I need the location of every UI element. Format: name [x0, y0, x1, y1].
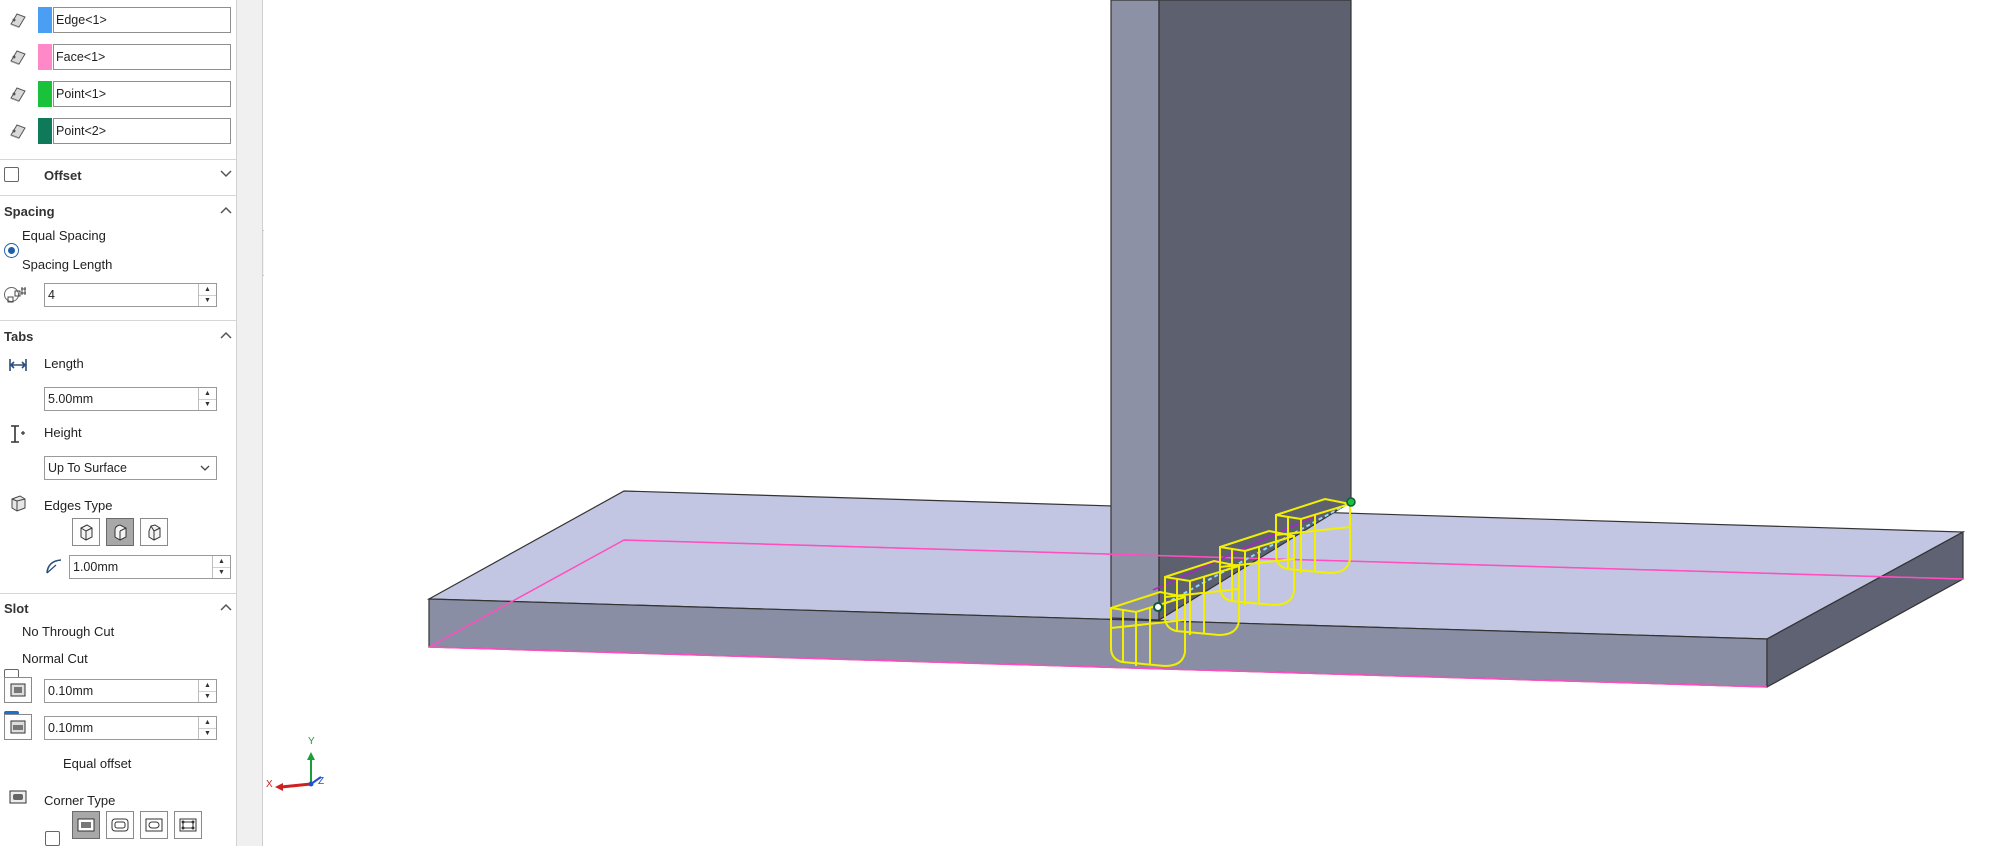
- spin-up-icon[interactable]: ▲: [213, 556, 230, 568]
- no-through-cut-label[interactable]: No Through Cut: [22, 624, 114, 639]
- chevron-up-icon[interactable]: [220, 206, 232, 214]
- edge-selection-field[interactable]: Edge<1>: [53, 7, 231, 33]
- post-side-face[interactable]: [1110, 0, 1160, 621]
- selection-filter-icon[interactable]: [7, 84, 29, 104]
- tab-height-icon: [8, 424, 28, 447]
- slot-length-offset-spinner[interactable]: 0.10mm ▲ ▼: [44, 679, 217, 703]
- instance-count-value[interactable]: 4: [45, 284, 198, 306]
- spacing-length-label[interactable]: Spacing Length: [22, 257, 112, 272]
- equal-spacing-radio[interactable]: [4, 243, 19, 258]
- corner-type-fillet-button[interactable]: [140, 811, 168, 839]
- corner-type-icon: [8, 788, 28, 809]
- slot-section-title[interactable]: Slot: [4, 601, 29, 616]
- instance-count-spinner[interactable]: 4 ▲ ▼: [44, 283, 217, 307]
- property-manager-panel: Edge<1> Face<1> Point<1> Point<2> Offset…: [0, 0, 237, 846]
- panel-splitter[interactable]: [237, 0, 263, 846]
- spin-down-icon[interactable]: ▼: [199, 296, 216, 307]
- spin-up-icon[interactable]: ▲: [199, 388, 216, 400]
- spin-up-icon[interactable]: ▲: [199, 680, 216, 692]
- equal-spacing-label[interactable]: Equal Spacing: [22, 228, 106, 243]
- selection-color-swatch: [38, 81, 52, 107]
- sharp-edge-icon: [80, 524, 93, 541]
- slot-width-offset-spinner[interactable]: 0.10mm ▲ ▼: [44, 716, 217, 740]
- slot-length-offset-icon: [4, 677, 32, 703]
- slot-width-offset-value[interactable]: 0.10mm: [45, 717, 198, 739]
- tab-height-dropdown[interactable]: Up To Surface: [44, 456, 217, 480]
- corner-type-sharp-button[interactable]: [72, 811, 100, 839]
- offset-checkbox[interactable]: [4, 167, 19, 182]
- selection-color-swatch: [38, 118, 52, 144]
- point1-selection-field[interactable]: Point<1>: [53, 81, 231, 107]
- edges-type-chamfer-button[interactable]: [140, 518, 168, 546]
- normal-cut-label[interactable]: Normal Cut: [22, 651, 88, 666]
- tab-length-value[interactable]: 5.00mm: [45, 388, 198, 410]
- offset-section-title[interactable]: Offset: [44, 168, 82, 183]
- instance-count-icon: [7, 286, 27, 307]
- triad-z-label: Z: [318, 776, 324, 787]
- spin-up-icon[interactable]: ▲: [199, 717, 216, 729]
- equal-offset-label[interactable]: Equal offset: [63, 756, 131, 771]
- face-selection-field[interactable]: Face<1>: [53, 44, 231, 70]
- chevron-down-icon[interactable]: [200, 465, 210, 472]
- selection-color-swatch: [38, 7, 52, 33]
- spin-down-icon[interactable]: ▼: [213, 568, 230, 579]
- tab-length-label: Length: [44, 356, 84, 371]
- edges-type-sharp-button[interactable]: [72, 518, 100, 546]
- spin-down-icon[interactable]: ▼: [199, 400, 216, 411]
- relief-corner-icon: [179, 818, 197, 832]
- spin-up-icon[interactable]: ▲: [199, 284, 216, 296]
- selection-filter-icon[interactable]: [7, 121, 29, 141]
- edges-type-icon: [8, 493, 28, 516]
- tab-height-selected-value: Up To Surface: [48, 461, 127, 475]
- edges-type-label: Edges Type: [44, 498, 113, 513]
- fillet-radius-icon: [44, 557, 64, 578]
- tabs-section-title[interactable]: Tabs: [4, 329, 33, 344]
- round-corner-icon: [111, 818, 129, 832]
- sharp-corner-icon: [77, 818, 95, 832]
- point1-marker[interactable]: [1153, 602, 1163, 612]
- corner-type-label: Corner Type: [44, 793, 116, 808]
- slot-width-offset-icon: [4, 714, 32, 740]
- triad-y-label: Y: [308, 736, 315, 747]
- tab-height-label: Height: [44, 425, 82, 440]
- selection-filter-icon[interactable]: [7, 47, 29, 67]
- fillet-radius-spinner[interactable]: 1.00mm ▲ ▼: [69, 555, 231, 579]
- edges-type-fillet-button[interactable]: [106, 518, 134, 546]
- model-view[interactable]: Y X Z: [264, 0, 1999, 846]
- slot-length-offset-value[interactable]: 0.10mm: [45, 680, 198, 702]
- reference-triad: Y X Z: [266, 736, 324, 791]
- corner-type-round-button[interactable]: [106, 811, 134, 839]
- fillet-radius-value[interactable]: 1.00mm: [70, 556, 212, 578]
- chevron-up-icon[interactable]: [220, 331, 232, 339]
- selection-color-swatch: [38, 44, 52, 70]
- equal-offset-checkbox[interactable]: [45, 831, 60, 846]
- point2-marker[interactable]: [1346, 497, 1356, 507]
- fillet-corner-icon: [145, 818, 163, 832]
- triad-x-label: X: [266, 779, 273, 790]
- point2-selection-field[interactable]: Point<2>: [53, 118, 231, 144]
- corner-type-relief-button[interactable]: [174, 811, 202, 839]
- spacing-section-title[interactable]: Spacing: [4, 204, 55, 219]
- chamfer-edge-icon: [148, 524, 161, 541]
- selection-filter-icon[interactable]: [7, 10, 29, 30]
- spin-down-icon[interactable]: ▼: [199, 692, 216, 703]
- chevron-up-icon[interactable]: [220, 603, 232, 611]
- spin-down-icon[interactable]: ▼: [199, 729, 216, 740]
- fillet-edge-icon: [114, 524, 127, 541]
- tab-length-spinner[interactable]: 5.00mm ▲ ▼: [44, 387, 217, 411]
- chevron-down-icon[interactable]: [220, 170, 232, 178]
- tab-length-icon: [8, 356, 28, 377]
- graphics-viewport[interactable]: Y X Z: [264, 0, 1999, 846]
